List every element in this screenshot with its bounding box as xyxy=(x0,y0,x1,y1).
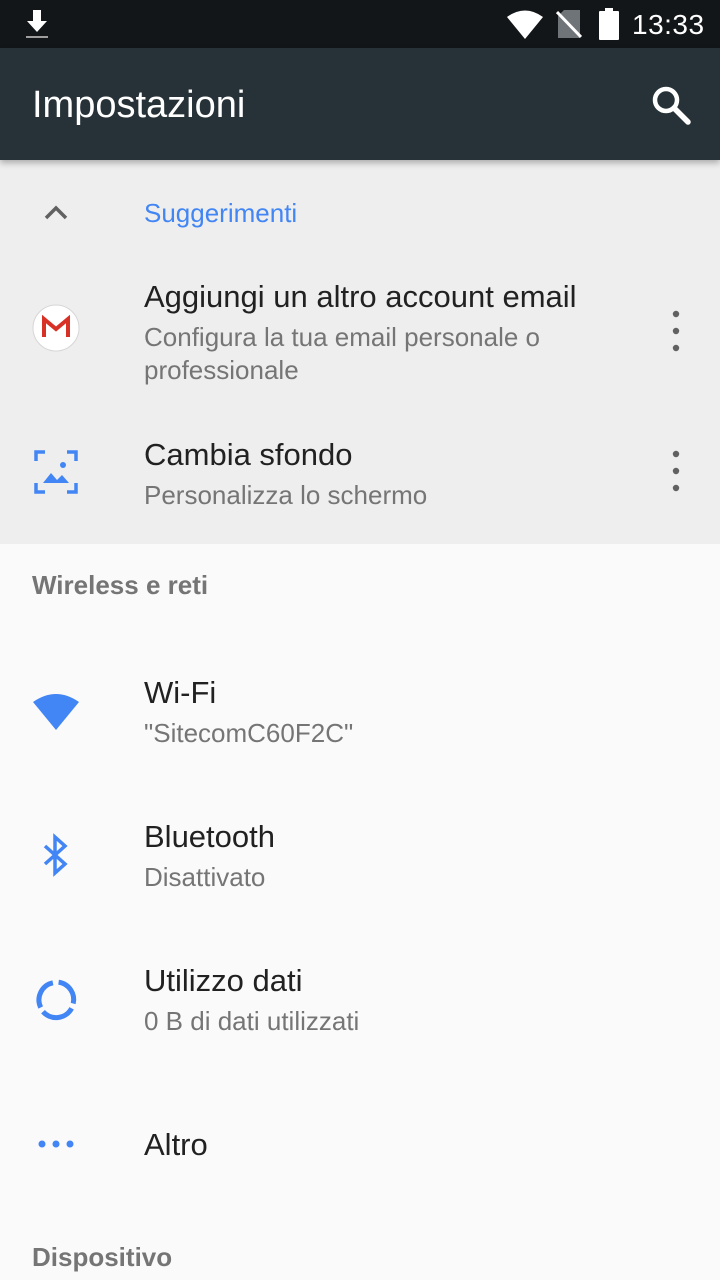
settings-item-more[interactable]: Altro xyxy=(0,1074,720,1214)
settings-item-subtitle: Disattivato xyxy=(144,862,266,892)
settings-item-title: Altro xyxy=(144,1127,208,1162)
more-options-button[interactable] xyxy=(652,302,700,362)
settings-item-title: Bluetooth xyxy=(144,819,275,854)
section-header-device: Dispositivo xyxy=(32,1242,173,1272)
battery-icon xyxy=(598,8,620,40)
status-clock: 13:33 xyxy=(632,9,705,40)
suggestions-panel: Suggerimenti Aggiungi un altro account e… xyxy=(0,160,720,544)
wallpaper-icon xyxy=(32,448,80,496)
gmail-icon xyxy=(32,304,80,352)
status-bar: 13:33 xyxy=(0,0,720,48)
page-title: Impostazioni xyxy=(32,84,246,126)
suggestion-subtitle: Personalizza lo schermo xyxy=(144,480,428,510)
settings-item-title: Wi-Fi xyxy=(144,675,217,710)
suggestion-title: Aggiungi un altro account email xyxy=(144,279,577,314)
more-vert-icon xyxy=(672,310,680,352)
more-horiz-icon xyxy=(32,1120,80,1168)
settings-item-title: Utilizzo dati xyxy=(144,963,303,998)
data-usage-icon xyxy=(32,976,80,1024)
section-header-wireless: Wireless e reti xyxy=(32,570,209,600)
search-icon xyxy=(652,86,691,125)
more-vert-icon xyxy=(672,450,680,492)
settings-item-wifi[interactable]: Wi-Fi "SitecomC60F2C" xyxy=(0,640,720,780)
wifi-icon xyxy=(506,10,544,40)
bluetooth-icon xyxy=(32,832,80,880)
app-bar: Impostazioni xyxy=(0,48,720,160)
suggestion-change-wallpaper[interactable]: Cambia sfondo Personalizza lo schermo xyxy=(0,424,720,544)
suggestions-header[interactable]: Suggerimenti xyxy=(0,160,720,264)
suggestions-title: Suggerimenti xyxy=(144,198,298,228)
no-sim-icon xyxy=(556,9,582,39)
settings-item-subtitle: 0 B di dati utilizzati xyxy=(144,1006,360,1036)
suggestion-title: Cambia sfondo xyxy=(144,437,353,472)
settings-item-bluetooth[interactable]: Bluetooth Disattivato xyxy=(0,784,720,924)
wifi-icon xyxy=(32,688,80,736)
chevron-up-icon[interactable] xyxy=(42,200,70,224)
settings-item-data-usage[interactable]: Utilizzo dati 0 B di dati utilizzati xyxy=(0,928,720,1068)
more-options-button[interactable] xyxy=(652,442,700,502)
download-icon xyxy=(22,8,52,40)
search-button[interactable] xyxy=(646,80,696,130)
settings-item-subtitle: "SitecomC60F2C" xyxy=(144,718,354,748)
suggestion-subtitle: Configura la tua email personale o profe… xyxy=(144,322,541,385)
suggestion-add-email[interactable]: Aggiungi un altro account email Configur… xyxy=(0,264,720,424)
